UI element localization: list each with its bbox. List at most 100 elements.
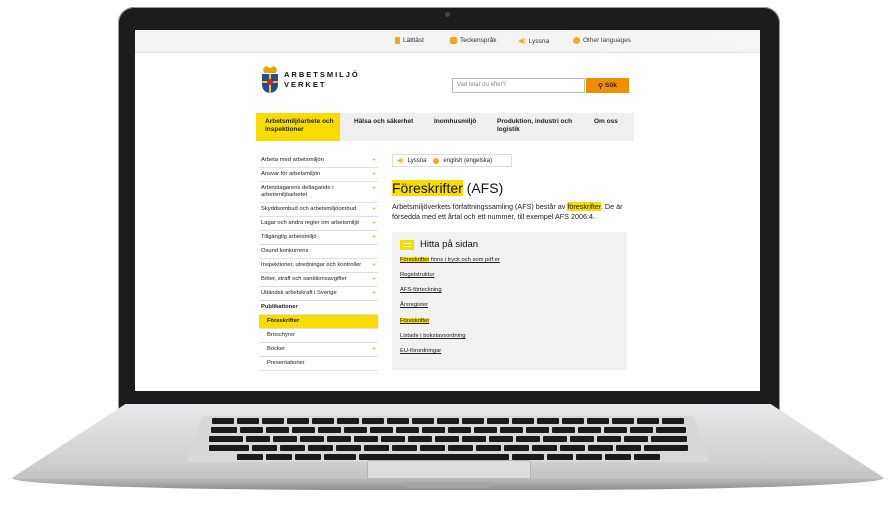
key xyxy=(559,445,585,451)
expand-plus-icon[interactable]: + xyxy=(372,185,376,192)
toc-link-highlighted[interactable]: Föreskrifter xyxy=(400,318,430,324)
key xyxy=(537,418,559,424)
toc-link[interactable]: AFS-förteckning xyxy=(400,287,619,293)
key xyxy=(546,454,573,460)
toc-link[interactable]: EU-förordningar xyxy=(400,348,619,354)
find-on-page-box: Hitta på sidan Föreskrifter finns i tryc… xyxy=(392,232,627,370)
key xyxy=(239,427,263,433)
keyboard-row xyxy=(187,418,709,424)
key xyxy=(512,418,534,424)
sidebar-item-presentationer[interactable]: Presentationer xyxy=(259,357,378,371)
nav-item-halsa[interactable]: Hälsa och säkerhet xyxy=(354,118,413,126)
sidebar-item-bocker[interactable]: Böcker + xyxy=(259,343,378,357)
expand-plus-icon[interactable]: + xyxy=(372,290,376,297)
toc-link[interactable]: Regelstruktur xyxy=(400,272,619,278)
globe-icon xyxy=(573,37,580,44)
key xyxy=(487,418,509,424)
expand-plus-icon[interactable]: + xyxy=(372,346,376,353)
english-link[interactable]: english (engelska) xyxy=(443,158,492,164)
laptop-base xyxy=(12,404,884,492)
listen-button[interactable]: Lyssna xyxy=(408,158,427,164)
sidebar-item[interactable]: Arbeta med arbetsmiljön + xyxy=(259,154,378,168)
key xyxy=(265,454,292,460)
sidebar-item[interactable]: Lagar och andra regler om arbetsmiljö + xyxy=(259,217,378,231)
key xyxy=(615,445,641,451)
search-button-label: Sök xyxy=(604,82,617,89)
other-languages-label: Other languages xyxy=(583,37,632,44)
toc-link[interactable]: Föreskrifter finns i tryck och som pdf:e… xyxy=(400,257,619,263)
sidebar-item-label: Osund konkurrens xyxy=(261,248,309,254)
easy-read-link[interactable]: Lättläst xyxy=(395,37,424,44)
sidebar-item[interactable]: Utländsk arbetskraft i Sverige + xyxy=(259,287,378,301)
webcam xyxy=(445,12,450,17)
key xyxy=(473,427,497,433)
expand-plus-icon[interactable]: + xyxy=(372,276,376,283)
listen-link[interactable]: ◀) Lyssna xyxy=(518,37,549,46)
sidebar: Arbeta med arbetsmiljön + Ansvar för arbe… xyxy=(259,154,378,371)
sign-language-link[interactable]: Teckenspråk xyxy=(450,37,497,44)
sidebar-item[interactable]: Arbetstagarens deltagande i arbetsmiljöa… xyxy=(259,182,378,203)
key xyxy=(354,436,378,442)
sidebar-item-label: Tillgänglig arbetsmiljö xyxy=(261,234,317,240)
search-input[interactable]: Vad letar du efter? xyxy=(452,78,585,93)
sidebar-item-label: Skyddsombud och arbetsmiljöombud xyxy=(261,206,357,212)
expand-plus-icon[interactable]: + xyxy=(372,171,376,178)
key xyxy=(603,427,627,433)
nav-item-inomhusmiljo[interactable]: Inomhusmiljö xyxy=(434,118,476,126)
key xyxy=(209,436,243,442)
sidebar-item[interactable]: Ansvar för arbetsmiljön + xyxy=(259,168,378,182)
lid-notch xyxy=(404,482,492,488)
expand-plus-icon[interactable]: + xyxy=(372,206,376,213)
expand-plus-icon[interactable]: + xyxy=(372,157,376,164)
key xyxy=(575,454,602,460)
key xyxy=(655,427,686,433)
key xyxy=(499,427,523,433)
sidebar-item[interactable]: Tillgänglig arbetsmiljö + xyxy=(259,231,378,245)
key xyxy=(551,427,575,433)
key xyxy=(343,427,367,433)
main-nav: Arbetsmiljöarbete och inspektioner Hälsa… xyxy=(256,113,634,141)
sidebar-item-label: Böter, straff och sanktionsavgifter xyxy=(261,276,347,282)
key xyxy=(531,445,557,451)
key xyxy=(662,418,684,424)
key xyxy=(587,445,613,451)
easy-read-label: Lättläst xyxy=(403,37,424,44)
sidebar-item-foreskrifter-active[interactable]: Föreskrifter xyxy=(259,315,378,329)
key xyxy=(251,445,277,451)
speaker-icon: ◀) xyxy=(397,158,404,164)
sidebar-item-broschyrer[interactable]: Broschyrer xyxy=(259,329,378,343)
sidebar-item[interactable]: Skyddsombud och arbetsmiljöombud + xyxy=(259,203,378,217)
easy-read-icon xyxy=(395,37,400,44)
page-title-rest: (AFS) xyxy=(462,180,504,196)
key xyxy=(279,445,305,451)
key xyxy=(208,445,249,451)
search-button[interactable]: ⚲ Sök xyxy=(586,78,629,93)
toc-link[interactable]: Listade i bokstavsordning xyxy=(400,333,619,339)
other-languages-link[interactable]: Other languages xyxy=(573,37,631,44)
key xyxy=(462,418,484,424)
toc-link[interactable]: Årsregister xyxy=(400,302,619,308)
key xyxy=(210,427,237,433)
toc-title: Hitta på sidan xyxy=(420,239,479,250)
sign-language-icon xyxy=(450,37,457,44)
sidebar-item[interactable]: Osund konkurrens xyxy=(259,245,378,259)
expand-plus-icon[interactable]: + xyxy=(372,234,376,241)
key xyxy=(475,445,501,451)
nav-item-arbetsmiljoarbete[interactable]: Arbetsmiljöarbete och inspektioner xyxy=(265,118,337,134)
agency-logo[interactable]: ARBETSMILJÖ VERKET xyxy=(260,66,360,94)
sidebar-item[interactable]: Inspektioner, utredningar och kontroller… xyxy=(259,259,378,273)
key xyxy=(236,454,263,460)
intro-highlight: föreskrifter xyxy=(567,202,601,211)
nav-item-om-oss[interactable]: Om oss xyxy=(594,118,618,126)
key xyxy=(262,418,284,424)
logo-line1: ARBETSMILJÖ xyxy=(284,70,360,79)
key xyxy=(312,418,334,424)
keyboard-row xyxy=(187,436,709,442)
sidebar-item[interactable]: Böter, straff och sanktionsavgifter + xyxy=(259,273,378,287)
sidebar-item-publikationer[interactable]: Publikationer xyxy=(259,301,378,315)
expand-plus-icon[interactable]: + xyxy=(372,262,376,269)
expand-plus-icon[interactable]: + xyxy=(372,220,376,227)
nav-item-produktion[interactable]: Produktion, industri och logistik xyxy=(497,118,577,134)
key xyxy=(317,427,341,433)
key xyxy=(307,445,333,451)
